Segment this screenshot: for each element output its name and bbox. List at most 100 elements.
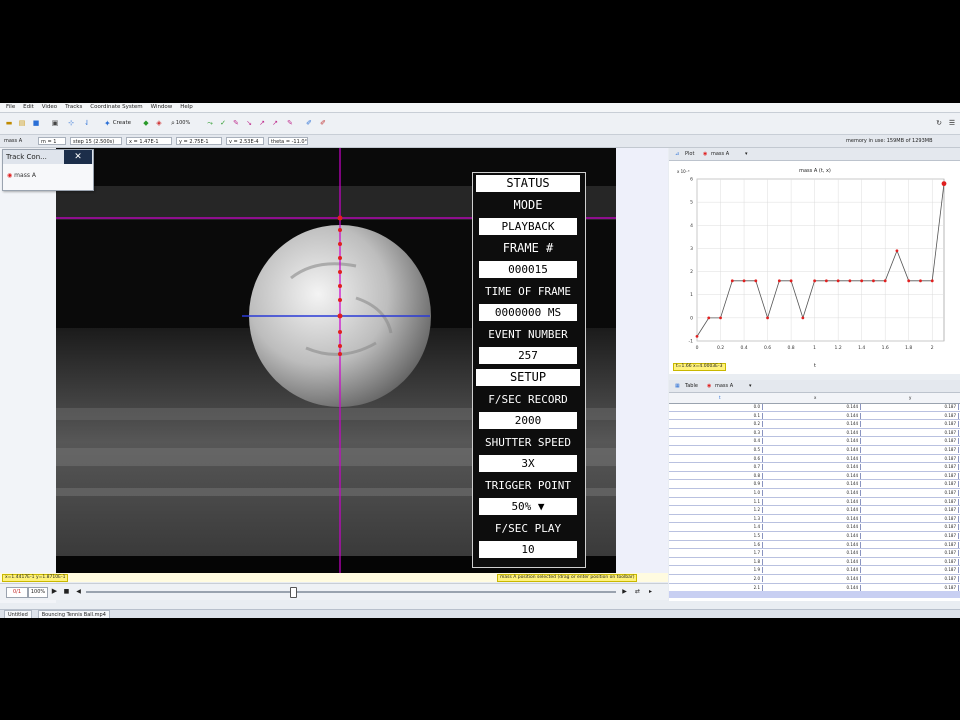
x-tick-label: 0.4 <box>740 345 747 351</box>
x-tick-label: 2 <box>931 345 934 351</box>
step-back-icon[interactable]: ◀ <box>74 587 83 596</box>
plot-track-dropdown[interactable]: mass A <box>711 150 729 158</box>
data-point <box>766 316 769 320</box>
rate-field[interactable]: 100% <box>28 587 48 598</box>
table-cell: 0.144 <box>765 404 861 410</box>
hud-shutter-value: 3X <box>479 455 577 472</box>
mark-icon[interactable]: ✓ <box>218 117 228 129</box>
track-control-mass-a[interactable]: ◉ mass A <box>7 171 36 181</box>
menu-help[interactable]: Help <box>180 103 193 112</box>
vector-icon[interactable]: ✎ <box>231 117 241 129</box>
table-row[interactable]: 1.1 0.144 0.187 <box>669 498 960 507</box>
table-header-y[interactable]: y <box>909 395 911 401</box>
table-chevron-down-icon[interactable]: ▾ <box>749 382 752 390</box>
table-row[interactable]: 1.0 0.144 0.187 <box>669 489 960 498</box>
player-settings-icon[interactable]: ▸ <box>646 587 655 596</box>
timeline-slider[interactable] <box>86 591 616 593</box>
table-row[interactable]: 1.7 0.144 0.187 <box>669 549 960 558</box>
table-row[interactable]: 0.4 0.144 0.187 <box>669 437 960 446</box>
table-row[interactable]: 1.9 0.144 0.187 <box>669 566 960 575</box>
menu-tracks[interactable]: Tracks <box>65 103 82 112</box>
refresh-icon[interactable]: ↻ <box>934 117 944 129</box>
table-cell: 2.0 <box>669 576 763 582</box>
table-row[interactable]: 1.5 0.144 0.187 <box>669 532 960 541</box>
data-table[interactable]: t x y 0.0 0.144 0.187 0.1 0.144 0.187 0.2 0.144… <box>669 393 960 601</box>
menu-edit[interactable]: Edit <box>23 103 34 112</box>
open-file-icon[interactable]: ▤ <box>17 117 27 129</box>
arrow-icon[interactable]: ↘ <box>244 117 254 129</box>
step-size-field[interactable]: 0/1 <box>6 587 28 598</box>
table-cell: 0.0 <box>669 404 763 410</box>
table-cell: 0.187 <box>863 515 959 522</box>
step-field[interactable]: step 15 (2.500s) <box>70 137 122 145</box>
close-icon[interactable]: ✕ <box>64 150 92 164</box>
pencil-icon[interactable]: ✎ <box>285 117 295 129</box>
play-icon[interactable]: ▶ <box>50 587 59 596</box>
data-point <box>695 334 699 338</box>
table-row[interactable]: 0.1 0.144 0.187 <box>669 412 960 421</box>
timeline-thumb[interactable] <box>290 587 297 598</box>
plot-tab-strip: ⊿ Plot ◉ mass A ▾ <box>669 148 960 161</box>
create-track-button[interactable]: ✦ Create <box>104 117 138 129</box>
save-icon[interactable]: ■ <box>31 117 41 129</box>
table-cell: 1.4 <box>669 524 763 531</box>
table-row[interactable]: 1.4 0.144 0.187 <box>669 523 960 532</box>
selected-row[interactable] <box>669 591 960 598</box>
table-row[interactable]: 0.3 0.144 0.187 <box>669 429 960 438</box>
plot-tab-bar: ⊿ Plot ◉ mass A ▾ <box>669 148 960 161</box>
table-row[interactable]: 0.9 0.144 0.187 <box>669 480 960 489</box>
acceleration-icon[interactable]: ↗ <box>270 117 280 129</box>
calibration-icon[interactable]: ⇃ <box>82 117 92 129</box>
chevron-down-icon[interactable]: ▾ <box>745 150 748 158</box>
menu-video[interactable]: Video <box>42 103 57 112</box>
menu-file[interactable]: File <box>6 103 15 112</box>
open-folder-icon[interactable]: ▬ <box>4 117 14 129</box>
plot-tab[interactable]: Plot <box>685 150 694 158</box>
add-icon: ✦ <box>104 118 111 128</box>
video-view[interactable]: STATUS MODE PLAYBACK FRAME # 000015 TIME… <box>56 148 616 581</box>
track-control-icon[interactable]: ◈ <box>154 117 164 129</box>
plot-panel[interactable]: mass A (t, x) x 10⁻³ t 0 0.2 0.4 0.6 0.8 1 1.2… <box>669 161 960 374</box>
table-row[interactable]: 0.0 0.144 0.187 <box>669 403 960 412</box>
table-row[interactable]: 1.8 0.144 0.187 <box>669 558 960 567</box>
table-row[interactable]: 0.8 0.144 0.187 <box>669 472 960 481</box>
velocity-field[interactable]: v = 2.53E-4 <box>226 137 264 145</box>
table-row[interactable]: 2.0 0.144 0.187 <box>669 575 960 584</box>
tab-untitled[interactable]: Untitled <box>4 610 32 618</box>
menu-coordinate-system[interactable]: Coordinate System <box>90 103 142 112</box>
step-forward-icon[interactable]: ▶ <box>620 587 629 596</box>
x-position-field[interactable]: x = 1.47E-1 <box>126 137 172 145</box>
back-to-start-icon[interactable]: ■ <box>62 587 71 596</box>
velocity-icon[interactable]: ↗ <box>257 117 267 129</box>
table-row[interactable]: 0.6 0.144 0.187 <box>669 455 960 464</box>
autotracker-icon[interactable]: ◆ <box>141 117 151 129</box>
y-position-field[interactable]: y = 2.75E-1 <box>176 137 222 145</box>
table-row[interactable]: 0.5 0.144 0.187 <box>669 446 960 455</box>
table-cell: 0.187 <box>863 438 959 445</box>
table-row[interactable]: 1.3 0.144 0.187 <box>669 515 960 524</box>
protractor-icon[interactable]: ✐ <box>318 117 328 129</box>
hud-event-number: EVENT NUMBER <box>488 328 568 341</box>
track-control-window[interactable]: Track Con... ✕ ◉ mass A <box>2 149 94 191</box>
track-dropdown[interactable]: mass A <box>4 137 22 145</box>
table-header-t[interactable]: t <box>719 395 721 401</box>
data-point <box>848 279 852 283</box>
table-row[interactable]: 0.7 0.144 0.187 <box>669 463 960 472</box>
video-clip-icon[interactable]: ▣ <box>50 117 60 129</box>
loop-icon[interactable]: ⇄ <box>633 587 642 596</box>
ruler-icon[interactable]: ✐ <box>304 117 314 129</box>
menu-window[interactable]: Window <box>151 103 173 112</box>
table-row[interactable]: 1.6 0.144 0.187 <box>669 541 960 550</box>
table-track-dropdown[interactable]: mass A <box>715 382 733 390</box>
table-row[interactable]: 0.2 0.144 0.187 <box>669 420 960 429</box>
zoom-button[interactable]: ⌕ 100% <box>171 117 201 129</box>
table-tab[interactable]: Table <box>685 382 698 390</box>
trail-icon[interactable]: ⤳ <box>205 117 215 129</box>
table-header-x[interactable]: x <box>814 395 816 401</box>
coordinate-axes-icon[interactable]: ⊹ <box>64 117 78 129</box>
table-row[interactable]: 1.2 0.144 0.187 <box>669 506 960 515</box>
theta-field[interactable]: theta = -11.0° <box>268 137 308 145</box>
mass-field[interactable]: m = 1 <box>38 137 66 145</box>
tab-bouncing-ball-video[interactable]: Bouncing Tennis Ball.mp4 <box>37 610 110 618</box>
menu-icon[interactable]: ☰ <box>947 117 957 129</box>
